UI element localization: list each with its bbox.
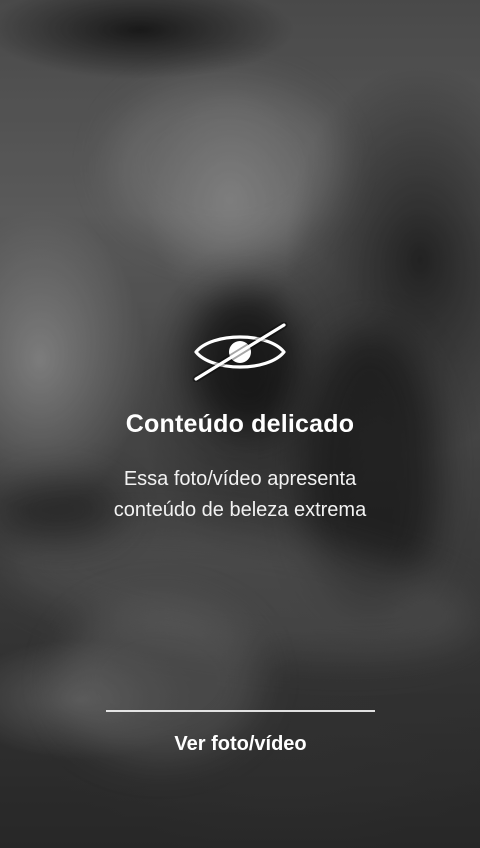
description-line-2: conteúdo de beleza extrema: [113, 499, 367, 521]
view-media-button[interactable]: Ver foto/vídeo: [106, 712, 375, 776]
description-line-1: Essa foto/vídeo apresenta: [123, 468, 357, 490]
sensitive-content-title: Conteúdo delicado: [125, 410, 355, 438]
sensitive-content-overlay: Conteúdo delicado Essa foto/vídeo aprese…: [0, 0, 480, 848]
sensitive-content-description: Essa foto/vídeo apresenta conteúdo de be…: [40, 464, 440, 526]
sensitive-content-screen: Conteúdo delicado Essa foto/vídeo aprese…: [0, 0, 480, 848]
eye-slash-icon: [192, 322, 288, 382]
